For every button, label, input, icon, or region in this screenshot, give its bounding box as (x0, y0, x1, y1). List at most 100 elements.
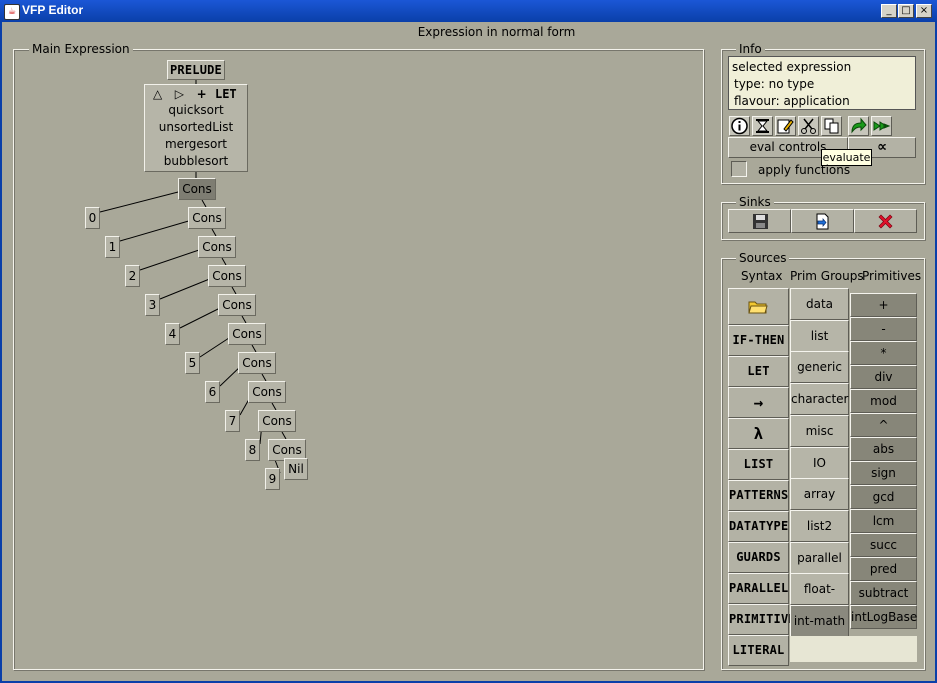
cut-icon[interactable] (798, 116, 819, 136)
syntax-button-list[interactable]: LIST (728, 449, 789, 480)
cons-node-0[interactable]: Cons (178, 178, 216, 200)
prim-group-misc[interactable]: misc (790, 414, 849, 447)
syntax-button-parallel[interactable]: PARALLEL (728, 573, 789, 604)
number-leaf-6[interactable]: 6 (205, 381, 220, 403)
primitive-lcm[interactable]: lcm (850, 509, 917, 533)
minimize-button[interactable]: _ (881, 4, 897, 18)
cons-node-3[interactable]: Cons (208, 265, 246, 287)
prim-group-list2[interactable]: list2 (790, 509, 849, 542)
number-leaf-3[interactable]: 3 (145, 294, 160, 316)
primitive-succ[interactable]: succ (850, 533, 917, 557)
primitive-plus[interactable]: + (850, 293, 917, 317)
binding-bubblesort[interactable]: bubblesort (145, 153, 247, 170)
primitive-abs[interactable]: abs (850, 437, 917, 461)
page-heading: Expression in normal form (417, 25, 576, 39)
prim-group-parallel[interactable]: parallel (790, 541, 849, 574)
apply-functions-checkbox[interactable] (731, 161, 747, 177)
red-x-icon (877, 213, 894, 233)
expand-right-icon[interactable]: ▷ (175, 87, 184, 101)
binding-unsortedlist[interactable]: unsortedList (145, 119, 247, 136)
prim-group-array[interactable]: array (790, 478, 849, 511)
binding-quicksort[interactable]: quicksort (145, 102, 247, 119)
number-leaf-4[interactable]: 4 (165, 323, 180, 345)
syntax-button-if-then[interactable]: IF-THEN (728, 325, 789, 356)
literal-input-area[interactable] (790, 636, 917, 662)
prim-group-character[interactable]: character (790, 383, 849, 416)
nil-node[interactable]: Nil (284, 458, 308, 480)
primitive-times[interactable]: * (850, 341, 917, 365)
syntax-button-arrow[interactable]: → (728, 387, 789, 418)
info-selected: selected expression (732, 60, 852, 74)
fast-forward-icon[interactable] (871, 116, 892, 136)
syntax-button-primitive[interactable]: PRIMITIVE (728, 604, 796, 635)
delete-button[interactable] (854, 209, 917, 233)
syntax-button-datatype[interactable]: DATATYPE (728, 511, 789, 542)
number-leaf-2[interactable]: 2 (125, 265, 140, 287)
primitive-intlogbase[interactable]: intLogBase (850, 605, 917, 629)
primitive-power[interactable]: ^ (850, 413, 917, 437)
binding-mergesort[interactable]: mergesort (145, 136, 247, 153)
prim-group-generic[interactable]: generic (790, 351, 849, 384)
cons-node-6[interactable]: Cons (238, 352, 276, 374)
sources-legend: Sources (736, 251, 790, 265)
add-binding-icon[interactable]: + (197, 87, 207, 101)
floppy-disk-icon (752, 213, 769, 233)
let-node[interactable]: △ ▷ + LET quicksort unsortedList mergeso… (144, 84, 248, 172)
info-icon[interactable] (729, 116, 750, 136)
primitive-minus[interactable]: - (850, 317, 917, 341)
cons-node-5[interactable]: Cons (228, 323, 266, 345)
export-button[interactable] (791, 209, 854, 233)
prim-groups-column-header: Prim Groups (790, 269, 864, 283)
step-icon[interactable] (848, 116, 869, 136)
folder-icon (748, 299, 768, 318)
app-icon: ☕ (4, 4, 20, 20)
cons-node-1[interactable]: Cons (188, 207, 226, 229)
prim-group-data[interactable]: data (790, 288, 849, 320)
number-leaf-5[interactable]: 5 (185, 352, 200, 374)
prim-group-int-math[interactable]: int-math (790, 605, 849, 637)
number-leaf-7[interactable]: 7 (225, 410, 240, 432)
main-expression-panel (13, 49, 704, 670)
prelude-node[interactable]: PRELUDE (167, 60, 225, 80)
collapse-icon[interactable]: △ (153, 87, 162, 101)
syntax-button-patterns[interactable]: PATTERNS (728, 480, 789, 511)
edit-icon[interactable] (775, 116, 796, 136)
number-leaf-8[interactable]: 8 (245, 439, 260, 461)
let-label: LET (214, 87, 237, 101)
number-leaf-0[interactable]: 0 (85, 207, 100, 229)
sinks-legend: Sinks (736, 195, 774, 209)
syntax-button-lambda[interactable]: λ (728, 418, 789, 449)
info-type: type: no type (734, 77, 815, 91)
primitive-mod[interactable]: mod (850, 389, 917, 413)
primitive-subtract[interactable]: subtract (850, 581, 917, 605)
main-expression-legend: Main Expression (29, 42, 133, 56)
copy-icon[interactable] (821, 116, 842, 136)
cons-node-8[interactable]: Cons (258, 410, 296, 432)
syntax-button-let[interactable]: LET (728, 356, 789, 387)
close-button[interactable]: × (916, 4, 932, 18)
syntax-open-folder[interactable] (728, 288, 789, 325)
apply-functions-label: apply functions (758, 163, 851, 177)
syntax-button-guards[interactable]: GUARDS (728, 542, 789, 573)
primitive-gcd[interactable]: gcd (850, 485, 917, 509)
prim-group-list[interactable]: list (790, 319, 849, 352)
hourglass-icon[interactable] (752, 116, 773, 136)
primitive-div[interactable]: div (850, 365, 917, 389)
cons-node-2[interactable]: Cons (198, 236, 236, 258)
cons-node-4[interactable]: Cons (218, 294, 256, 316)
prim-group-io[interactable]: IO (790, 446, 849, 479)
number-leaf-1[interactable]: 1 (105, 236, 120, 258)
primitive-sign[interactable]: sign (850, 461, 917, 485)
syntax-button-literal[interactable]: LITERAL (728, 635, 789, 666)
maximize-button[interactable]: □ (898, 4, 914, 18)
primitives-column-header: Primitives (862, 269, 922, 283)
save-button[interactable] (728, 209, 791, 233)
cons-node-7[interactable]: Cons (248, 381, 286, 403)
info-legend: Info (736, 42, 765, 56)
title-bar: ☕ VFP Editor _ □ × (0, 0, 937, 22)
number-leaf-9[interactable]: 9 (265, 468, 280, 490)
prim-group-float-math[interactable]: float-math (790, 573, 849, 626)
syntax-column-header: Syntax (741, 269, 783, 283)
window-title: VFP Editor (22, 3, 84, 17)
primitive-pred[interactable]: pred (850, 557, 917, 581)
